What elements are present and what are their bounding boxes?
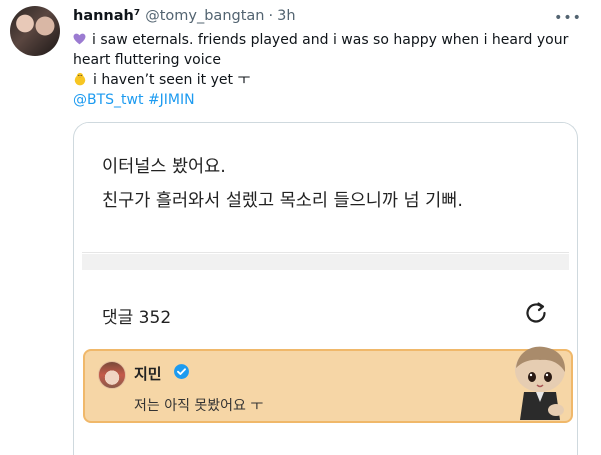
reply-avatar	[98, 361, 126, 389]
weverse-post: 이터널스 봤어요. 친구가 흘러와서 설렜고 목소리 들으니까 넘 기뻐.	[82, 123, 569, 253]
tweet-line-1-text: i saw eternals. friends played and i was…	[92, 32, 569, 48]
handle[interactable]: @tomy_bangtan	[145, 8, 264, 24]
tweet-line-1: i saw eternals. friends played and i was…	[73, 31, 593, 51]
tweet-line-3: i haven’t seen it yet ㅜ	[73, 70, 593, 91]
tweet-header: hannah⁷ @tomy_bangtan · 3h	[73, 8, 296, 28]
post-line-2: 친구가 흘러와서 설렜고 목소리 들으니까 넘 기뻐.	[102, 191, 463, 211]
more-icon[interactable]: •••	[554, 8, 581, 28]
purple-heart-icon	[73, 33, 86, 45]
refresh-icon	[526, 302, 546, 323]
reply-name: 지민	[134, 365, 162, 383]
comment-count: 댓글 352	[102, 308, 172, 328]
tweet[interactable]: hannah⁷ @tomy_bangtan · 3h ••• i saw ete…	[0, 0, 601, 455]
tweet-line-2: heart fluttering voice	[73, 51, 221, 68]
divider-band	[82, 254, 569, 270]
comment-bar: 댓글 352	[82, 270, 569, 352]
character-sticker	[515, 346, 566, 420]
mention-link[interactable]: @BTS_twt	[73, 92, 143, 108]
display-name[interactable]: hannah⁷	[73, 8, 140, 24]
post-line-1: 이터널스 봤어요.	[102, 157, 226, 177]
artist-reply: 지민 저는 아직 못봤어요 ㅜ	[83, 346, 573, 423]
avatar[interactable]	[10, 6, 60, 56]
timestamp[interactable]: 3h	[277, 8, 295, 24]
verified-icon	[174, 364, 189, 379]
tweet-tags: @BTS_twt #JIMIN	[73, 91, 593, 111]
hashtag-link[interactable]: #JIMIN	[148, 92, 195, 108]
tweet-text: i saw eternals. friends played and i was…	[73, 31, 593, 110]
weverse-screenshot: 이터널스 봤어요. 친구가 흘러와서 설렜고 목소리 들으니까 넘 기뻐. 댓글…	[82, 123, 573, 455]
tweet-line-3-text: i haven’t seen it yet ㅜ	[93, 72, 251, 88]
reply-text: 저는 아직 못봤어요 ㅜ	[134, 398, 264, 414]
separator-dot: ·	[268, 8, 274, 24]
attached-image-card[interactable]: 이터널스 봤어요. 친구가 흘러와서 설렜고 목소리 들으니까 넘 기뻐. 댓글…	[73, 122, 578, 455]
chick-icon	[74, 72, 86, 86]
